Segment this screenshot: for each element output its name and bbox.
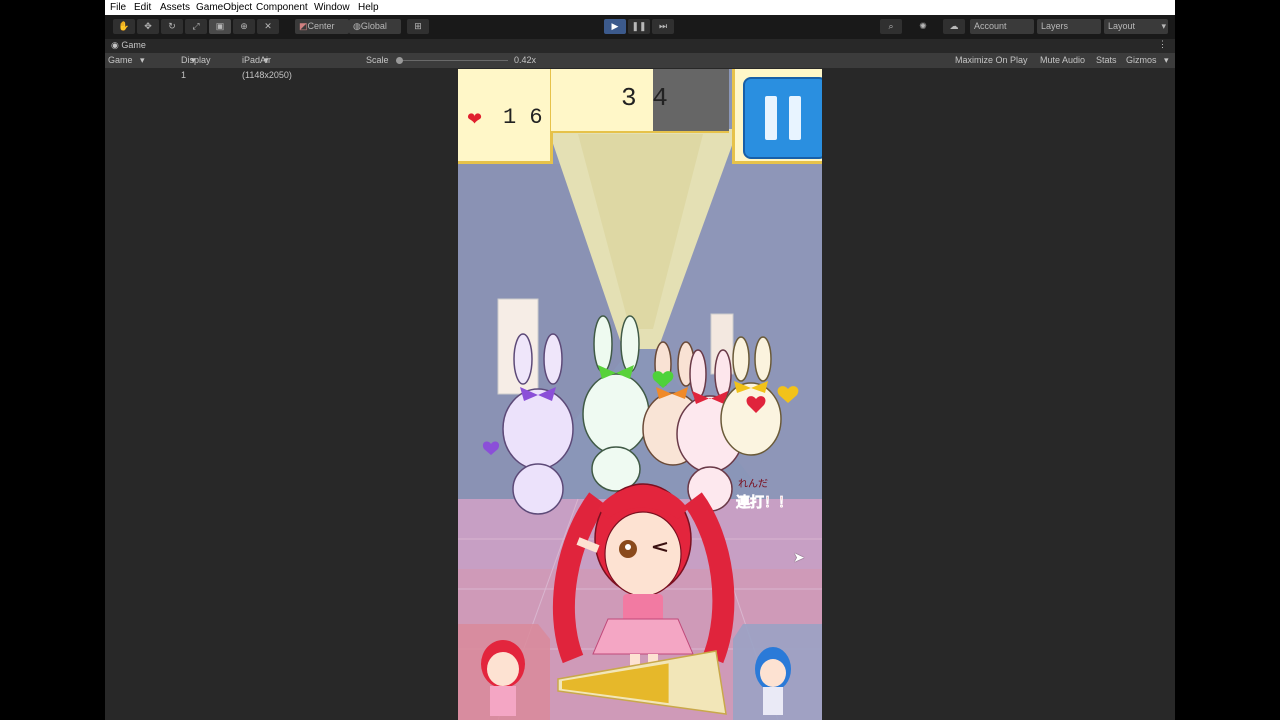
chevron-down-icon: ▾ (264, 55, 269, 65)
play-button[interactable]: ▶ (604, 19, 626, 34)
pause-icon (789, 96, 801, 140)
game-tab-strip: ◉ Game ⋮ (105, 39, 1175, 53)
lives-panel: ❤ 1 6 (458, 69, 553, 164)
scale-slider-handle[interactable] (396, 57, 403, 64)
game-scene: れんだ 連打！！ (458, 129, 822, 720)
hand-tool-icon[interactable]: ✋ (113, 19, 135, 34)
score-value: 3 4 (621, 83, 668, 113)
custom-tool-icon[interactable]: ✕ (257, 19, 279, 34)
collab-icon[interactable]: ✺ (912, 19, 934, 34)
more-options-icon[interactable]: ⋮ (1158, 39, 1167, 50)
main-toolbar: ✋ ✥ ↻ ⤢ ▣ ⊕ ✕ ◩Center ◍Global ⊞ ▶ ❚❚ ⏭ ⌕… (105, 15, 1175, 39)
chevron-down-icon: ▾ (191, 55, 196, 65)
rotate-tool-icon[interactable]: ↻ (161, 19, 183, 34)
menu-bar: File Edit Assets GameObject Component Wi… (105, 0, 1175, 15)
cloud-icon[interactable]: ☁ (943, 19, 965, 34)
pivot-toggle[interactable]: ◩Center (295, 19, 349, 34)
space-toggle[interactable]: ◍Global (349, 19, 401, 34)
score-panel: 3 4 (551, 69, 729, 133)
menu-gameobject[interactable]: GameObject (196, 1, 252, 14)
globe-icon: ◍ (353, 21, 361, 31)
heart-icon: ❤ (467, 109, 483, 130)
menu-edit[interactable]: Edit (134, 1, 151, 14)
layout-label: Layout (1108, 21, 1136, 31)
game-tab[interactable]: ◉ Game (111, 40, 146, 51)
combo-text: 連打！！ (736, 494, 792, 511)
scale-label: Scale (366, 55, 389, 65)
scale-value: 0.42x (514, 55, 537, 65)
layers-label: Layers (1041, 21, 1069, 31)
view-select-label: Game (108, 55, 133, 65)
lives-count: 1 6 (503, 105, 543, 130)
pivot-icon: ◩ (299, 21, 308, 31)
scale-tool-icon[interactable]: ⤢ (185, 19, 207, 34)
scale-slider[interactable] (396, 57, 508, 64)
account-label: Account (974, 21, 1007, 31)
pause-button[interactable]: ❚❚ (628, 19, 650, 34)
maximize-on-play-toggle[interactable]: Maximize On Play (955, 53, 1028, 68)
menu-file[interactable]: File (110, 1, 126, 14)
mouse-cursor-icon: ➤ (793, 550, 805, 566)
pause-icon (765, 96, 777, 140)
pause-game-button[interactable] (743, 77, 822, 159)
combo-text-small: れんだ (738, 478, 768, 490)
game-viewport[interactable]: れんだ 連打！！ ❤ 1 6 3 4 ➤ (458, 69, 822, 720)
transform-tool-icon[interactable]: ⊕ (233, 19, 255, 34)
menu-window[interactable]: Window (314, 1, 350, 14)
rect-tool-icon[interactable]: ▣ (209, 19, 231, 34)
space-label: Global (360, 21, 387, 31)
gizmos-label: Gizmos (1126, 55, 1157, 65)
menu-assets[interactable]: Assets (160, 1, 190, 14)
chevron-down-icon: ▾ (140, 55, 145, 65)
game-tab-label: Game (121, 40, 146, 50)
gamepad-icon: ◉ (111, 40, 119, 50)
pivot-label: Center (307, 21, 335, 31)
stats-toggle[interactable]: Stats (1096, 53, 1117, 68)
mute-audio-toggle[interactable]: Mute Audio (1040, 53, 1085, 68)
menu-help[interactable]: Help (358, 1, 379, 14)
grid-snap-icon[interactable]: ⊞ (407, 19, 429, 34)
move-tool-icon[interactable]: ✥ (137, 19, 159, 34)
pause-panel (732, 69, 822, 164)
menu-component[interactable]: Component (256, 1, 308, 14)
gizmos-chevron-icon[interactable]: ▾ (1164, 53, 1169, 68)
unity-editor-window: File Edit Assets GameObject Component Wi… (105, 0, 1175, 720)
layout-dropdown[interactable]: Layout (1104, 19, 1168, 34)
game-view-bar: Game ▾ Display 1 ▾ iPadAir (1148x2050) ▾ Sc… (105, 53, 1175, 80)
account-dropdown[interactable]: Account (970, 19, 1034, 34)
step-button[interactable]: ⏭ (652, 19, 674, 34)
search-icon[interactable]: ⌕ (880, 19, 902, 34)
layers-dropdown[interactable]: Layers (1037, 19, 1101, 34)
